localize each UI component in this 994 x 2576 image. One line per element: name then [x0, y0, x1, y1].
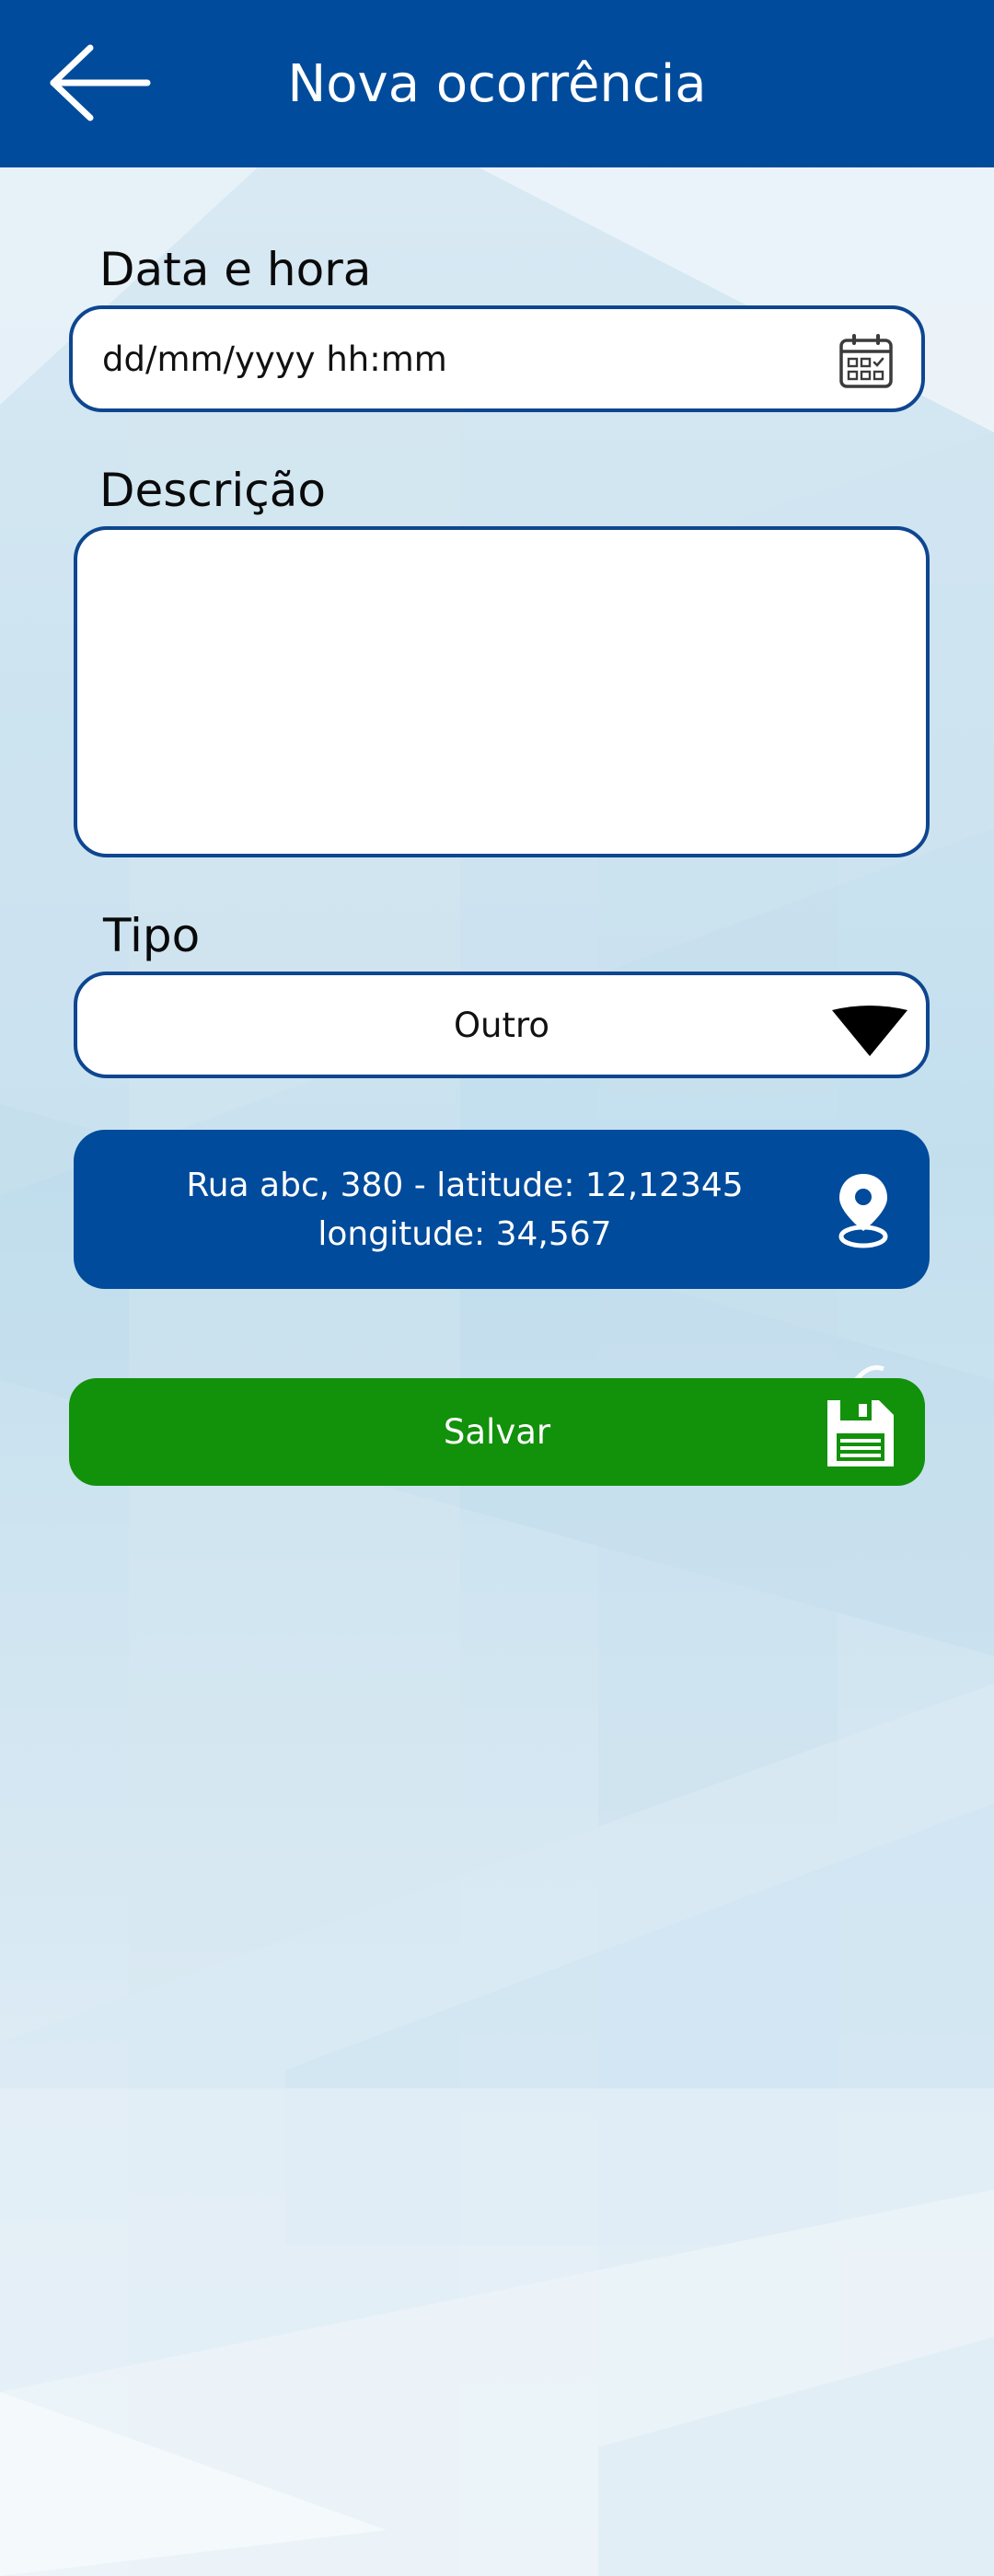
location-text: Rua abc, 380 - latitude: 12,12345 longit… — [129, 1130, 801, 1289]
location-longitude: longitude: 34,567 — [318, 1214, 612, 1253]
datetime-label: Data e hora — [99, 243, 372, 296]
description-textarea[interactable] — [74, 526, 930, 857]
datetime-field[interactable]: dd/mm/yyyy hh:mm — [69, 305, 925, 412]
chevron-down-icon[interactable] — [830, 1005, 909, 1058]
location-address: Rua abc, 380 - latitude: 12,12345 — [186, 1166, 744, 1204]
datetime-placeholder: dd/mm/yyyy hh:mm — [102, 339, 447, 379]
type-select[interactable]: Outro — [74, 972, 930, 1078]
calendar-icon[interactable] — [837, 331, 896, 390]
save-label: Salvar — [443, 1412, 551, 1452]
save-button[interactable]: Salvar — [69, 1378, 925, 1486]
occurrence-form: Data e hora dd/mm/yyyy hh:mm Descrição T… — [0, 0, 994, 2576]
location-button[interactable]: Rua abc, 380 - latitude: 12,12345 longit… — [74, 1130, 930, 1289]
description-label: Descrição — [99, 464, 326, 517]
type-label: Tipo — [103, 909, 201, 962]
floppy-disk-icon — [827, 1400, 894, 1466]
map-pin-icon — [838, 1174, 888, 1248]
type-selected-value: Outro — [453, 1005, 550, 1045]
